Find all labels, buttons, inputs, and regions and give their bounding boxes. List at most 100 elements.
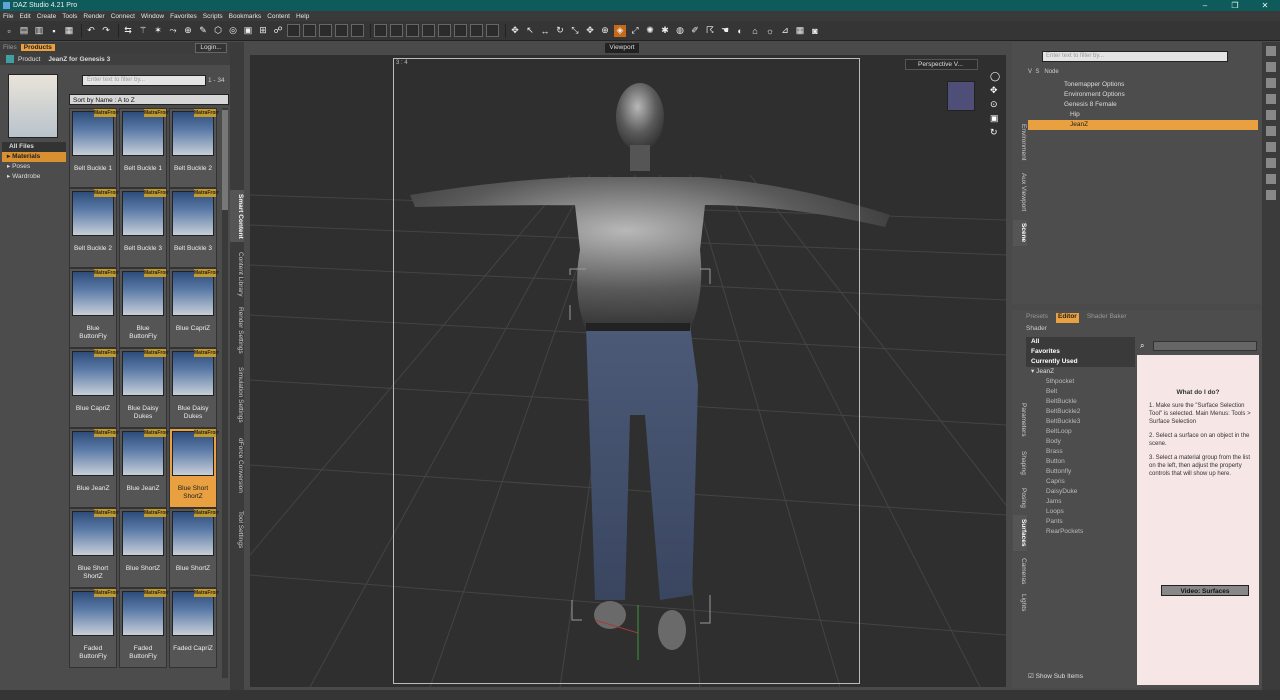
weight-icon[interactable]: ⊕ — [182, 25, 194, 37]
menu-scripts[interactable]: Scripts — [203, 13, 223, 20]
region-icon[interactable]: ▣ — [242, 25, 254, 37]
tab-shaping[interactable]: Shaping — [1013, 446, 1027, 480]
pose-tool-icon[interactable] — [1266, 158, 1276, 168]
merge-icon[interactable]: ▥ — [33, 25, 45, 37]
tab-cameras[interactable]: Cameras — [1013, 555, 1027, 587]
rotate-view-icon[interactable]: ↻ — [990, 127, 1000, 137]
render-library-icon[interactable] — [351, 24, 364, 37]
tab-environment[interactable]: Environment — [1013, 117, 1027, 167]
undo-icon[interactable]: ↶ — [85, 25, 97, 37]
content-filter-input[interactable]: Enter text to filter by... — [82, 75, 206, 86]
frame-icon[interactable]: ◯ — [990, 71, 1000, 81]
category-poses[interactable]: ▸ Poses — [2, 162, 66, 172]
asset-card[interactable]: MatraFrom Belt Buckle 1 — [119, 108, 170, 188]
asset-card[interactable]: MatraFrom Blue ShortZ — [169, 508, 219, 588]
tab-editor[interactable]: Editor — [1056, 313, 1079, 323]
surface-item[interactable]: Body — [1026, 437, 1135, 447]
zoom-icon[interactable]: ⊙ — [990, 99, 1000, 109]
iray-icon[interactable] — [303, 24, 316, 37]
measure-icon[interactable]: ⊿ — [779, 25, 791, 37]
view-icon[interactable]: ◐ — [734, 25, 746, 37]
login-button[interactable]: Login... — [195, 43, 227, 53]
color-icon[interactable] — [1266, 78, 1276, 88]
export-icon[interactable] — [1266, 126, 1276, 136]
sort-dropdown[interactable]: Sort by Name : A to Z — [69, 94, 229, 105]
property-search-input[interactable] — [1153, 341, 1257, 351]
tab-shader-baker[interactable]: Shader Baker — [1087, 313, 1127, 323]
node-select-icon[interactable]: ⊕ — [599, 25, 611, 37]
prop-icon[interactable] — [438, 24, 451, 37]
surface-item[interactable]: DaisyDuke — [1026, 487, 1135, 497]
menu-tools[interactable]: Tools — [62, 13, 77, 20]
surface-item[interactable]: BeltBuckle2 — [1026, 407, 1135, 417]
menu-help[interactable]: Help — [296, 13, 309, 20]
group-favorites[interactable]: Favorites — [1026, 347, 1135, 357]
pose-icon[interactable]: ⤢ — [629, 25, 641, 37]
node-genesis8[interactable]: Genesis 8 Female — [1028, 100, 1258, 110]
tab-simulation-settings[interactable]: Simulation Settings — [230, 364, 244, 426]
geometry-editor-icon[interactable]: ✱ — [659, 25, 671, 37]
tab-files[interactable]: Files — [3, 44, 17, 51]
hair-icon[interactable] — [422, 24, 435, 37]
light-tool-icon[interactable] — [1266, 174, 1276, 184]
asset-card[interactable]: MatraFrom Belt Buckle 2 — [169, 108, 219, 188]
render-icon[interactable] — [319, 24, 332, 37]
tab-smart-content[interactable]: Smart Content — [230, 190, 244, 242]
view-cube[interactable] — [947, 81, 975, 111]
light-icon[interactable] — [454, 24, 467, 37]
brush-icon[interactable]: ✐ — [689, 25, 701, 37]
surface-root[interactable]: ▾ JeanZ — [1026, 367, 1135, 377]
pan-icon[interactable]: ✥ — [990, 85, 1000, 95]
figure-setup-icon[interactable]: ✶ — [152, 25, 164, 37]
asset-card[interactable]: MatraFrom Faded ButtonFly — [119, 588, 170, 668]
texture-icon[interactable] — [1266, 94, 1276, 104]
breadcrumb-prefix[interactable]: Product — [18, 56, 40, 63]
tab-scene[interactable]: Scene — [1013, 220, 1027, 246]
universal-tool-icon[interactable]: ✥ — [509, 25, 521, 37]
tab-tool-settings[interactable]: Tool Settings — [230, 508, 244, 552]
tab-dforce-conversion[interactable]: dForce Conversion — [230, 434, 244, 496]
paint-icon[interactable]: ✎ — [197, 25, 209, 37]
animation-icon[interactable] — [486, 24, 499, 37]
surface-item[interactable]: 5thpocket — [1026, 377, 1135, 387]
spot-render-icon[interactable] — [335, 24, 348, 37]
tab-aux-viewport[interactable]: Aux Viewport — [1013, 169, 1027, 215]
save-as-icon[interactable]: ▦ — [63, 25, 75, 37]
camera-dropdown[interactable]: Perspective V... — [905, 59, 978, 70]
figure-tool-icon[interactable] — [1266, 190, 1276, 200]
menu-content[interactable]: Content — [267, 13, 290, 20]
tab-posing[interactable]: Posing — [1013, 484, 1027, 512]
group-all[interactable]: All — [1026, 337, 1135, 347]
scale-icon[interactable]: ⤡ — [569, 25, 581, 37]
group-currently-used[interactable]: Currently Used — [1026, 357, 1135, 367]
asset-card[interactable]: MatraFrom Blue Daisy Dukes — [169, 348, 219, 428]
snapshot-icon[interactable]: ◙ — [809, 25, 821, 37]
asset-card-selected[interactable]: MatraFrom Blue Short ShortZ — [169, 428, 219, 508]
morph-tool-icon[interactable] — [1266, 142, 1276, 152]
surface-item[interactable]: Jams — [1026, 497, 1135, 507]
surface-item[interactable]: Button — [1026, 457, 1135, 467]
pointer-icon[interactable]: ↖ — [524, 25, 536, 37]
node-hip[interactable]: Hip — [1028, 110, 1258, 120]
save-icon[interactable]: ▪ — [48, 25, 60, 37]
bend-icon[interactable]: ⤳ — [167, 25, 179, 37]
geometry-icon[interactable]: ⬡ — [212, 25, 224, 37]
asset-card[interactable]: MatraFrom Blue CapriZ — [69, 348, 120, 428]
maximize-button[interactable]: ❐ — [1220, 0, 1250, 11]
render-icon[interactable] — [1266, 62, 1276, 72]
scene-filter-input[interactable]: Enter text to filter by... — [1042, 51, 1228, 62]
wand-icon[interactable]: ⚚ — [137, 25, 149, 37]
plus-icon[interactable] — [470, 24, 483, 37]
asset-card[interactable]: MatraFrom Blue Daisy Dukes — [119, 348, 170, 428]
figure-icon[interactable] — [390, 24, 403, 37]
surface-item[interactable]: Belt — [1026, 387, 1135, 397]
tab-parameters[interactable]: Parameters — [1013, 398, 1027, 442]
tab-products[interactable]: Products — [20, 44, 55, 51]
tab-presets[interactable]: Presets — [1026, 313, 1048, 323]
product-thumbnail[interactable] — [8, 74, 58, 138]
menu-window[interactable]: Window — [141, 13, 164, 20]
asset-card[interactable]: MatraFrom Faded CapriZ — [169, 588, 219, 668]
surface-item[interactable]: Pants — [1026, 517, 1135, 527]
open-folder-icon[interactable]: ▤ — [18, 25, 30, 37]
morph-icon[interactable]: ⊞ — [257, 25, 269, 37]
